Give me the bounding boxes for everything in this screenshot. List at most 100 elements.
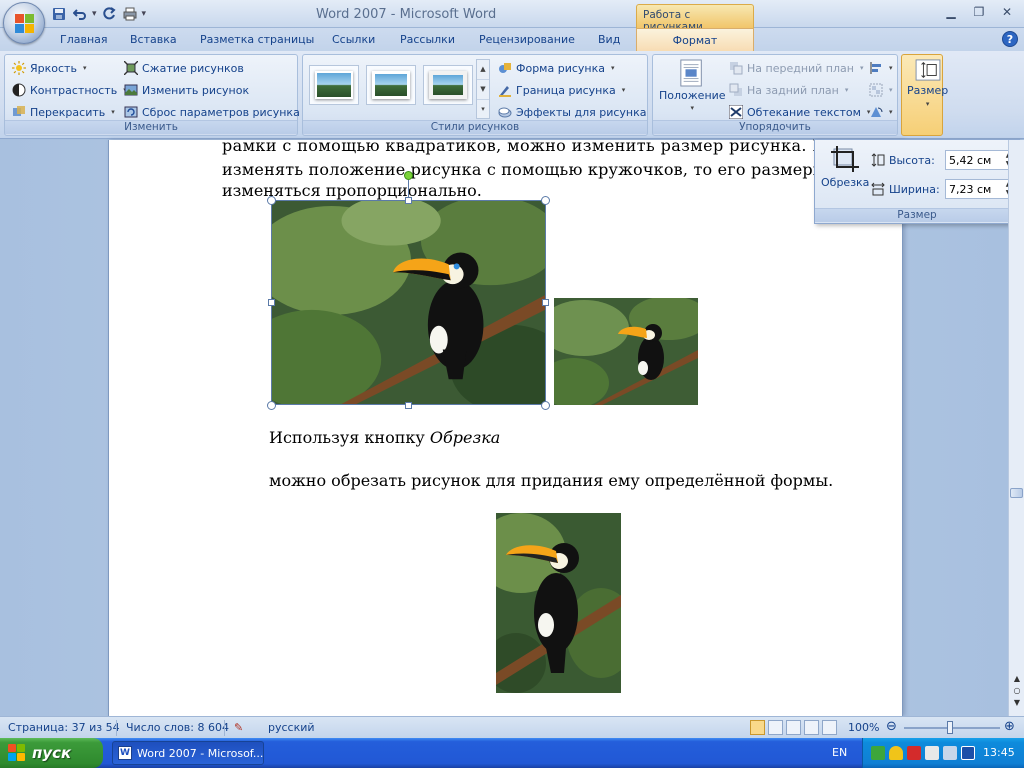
tab-insert[interactable]: Вставка (130, 33, 177, 46)
start-button[interactable]: пуск (0, 738, 103, 768)
customize-qat-icon[interactable]: ▾ (142, 9, 147, 19)
side-handle-right[interactable] (542, 299, 549, 306)
clock[interactable]: 13:45 (983, 746, 1015, 759)
group-icon (869, 83, 883, 97)
tab-review[interactable]: Рецензирование (479, 33, 575, 46)
crop-button[interactable]: Обрезка (821, 146, 869, 189)
picture-style-2[interactable] (366, 65, 416, 105)
picture-effects-button[interactable]: Эффекты для рисунка▾ (498, 105, 656, 119)
rotate-button[interactable]: ▾ (869, 105, 893, 119)
width-label: Ширина: (871, 182, 940, 196)
minimize-icon[interactable]: ▁ (938, 2, 964, 22)
picture-tools-header: Работа с рисунками (636, 4, 754, 33)
bring-to-front-button[interactable]: На передний план ▾ (729, 61, 863, 75)
picture-shape-button[interactable]: Форма рисунка ▾ (498, 61, 615, 75)
zoom-out-icon[interactable]: ⊖ (886, 719, 897, 734)
tray-network-icon[interactable] (871, 746, 885, 760)
tray-security-icon[interactable] (889, 746, 903, 760)
height-input[interactable]: 5,42 см ▲▼ (945, 150, 1015, 170)
corner-handle-bl[interactable] (267, 401, 276, 410)
tray-app-icon[interactable] (961, 746, 975, 760)
ribbon: Яркость▾ Контрастность▾ Перекрасить▾ Сжа… (0, 51, 1024, 139)
corner-handle-tr[interactable] (541, 196, 550, 205)
corner-handle-br[interactable] (541, 401, 550, 410)
help-icon[interactable]: ? (1002, 31, 1018, 47)
crop-italic-word: Обрезка (429, 428, 501, 447)
tab-page-layout[interactable]: Разметка страницы (200, 33, 314, 46)
office-button[interactable] (3, 2, 45, 44)
toucan-picture-selected[interactable] (271, 200, 546, 405)
previous-page-icon[interactable]: ▲ (1011, 674, 1023, 686)
picture-style-1[interactable] (309, 65, 359, 105)
word-count[interactable]: Число слов: 8 604 (126, 721, 229, 734)
undo-dropdown-icon[interactable]: ▾ (92, 9, 97, 19)
page-count[interactable]: Страница: 37 из 54 (8, 721, 120, 734)
picture-border-button[interactable]: Граница рисунка ▾ (498, 83, 625, 97)
window-title: Word 2007 - Microsoft Word (316, 7, 497, 22)
brightness-button[interactable]: Яркость ▾ (12, 61, 86, 75)
proofing-icon[interactable]: ✎ (234, 721, 243, 734)
contrast-button[interactable]: Контрастность▾ (12, 83, 127, 97)
input-language[interactable]: EN (832, 746, 847, 759)
compress-pictures-button[interactable]: Сжатие рисунков (124, 61, 244, 75)
full-screen-reading-icon[interactable] (768, 720, 783, 735)
side-handle-bottom[interactable] (405, 402, 412, 409)
print-icon[interactable] (121, 5, 139, 23)
recolor-button[interactable]: Перекрасить ▾ (12, 105, 115, 119)
corner-handle-tl[interactable] (267, 196, 276, 205)
tray-display-icon[interactable] (943, 746, 957, 760)
tab-format[interactable]: Формат (636, 28, 754, 51)
position-button[interactable]: Положение ▾ (659, 59, 726, 112)
size-group-label: Размер (815, 208, 1019, 222)
tray-tools-icon[interactable] (925, 746, 939, 760)
group-objects-button[interactable]: ▾ (869, 83, 893, 97)
gallery-up-icon[interactable]: ▲ (477, 60, 489, 80)
vertical-scrollbar[interactable]: ▲ ○ ▼ (1008, 140, 1024, 716)
restore-icon[interactable]: ❐ (966, 2, 992, 22)
gallery-down-icon[interactable]: ▼ (477, 80, 489, 100)
send-to-back-button[interactable]: На задний план ▾ (729, 83, 848, 97)
side-handle-left[interactable] (268, 299, 275, 306)
reset-picture-button[interactable]: Сброс параметров рисунка (124, 105, 300, 119)
title-bar: ▾ ▾ Word 2007 - Microsoft Word Работа с … (0, 0, 1024, 33)
save-icon[interactable] (50, 5, 68, 23)
size-group-button[interactable]: Размер ▾ (901, 54, 948, 136)
zoom-in-icon[interactable]: ⊕ (1004, 719, 1015, 734)
align-button[interactable]: ▾ (869, 61, 893, 75)
tab-home[interactable]: Главная (60, 33, 108, 46)
tray-antivirus-icon[interactable] (907, 746, 921, 760)
zoom-slider-thumb[interactable] (947, 721, 953, 734)
undo-icon[interactable] (71, 5, 89, 23)
toucan-picture-small[interactable] (554, 298, 698, 405)
crop-paragraph: Используя кнопку Обрезка (269, 428, 501, 447)
language-status[interactable]: русский (268, 721, 315, 734)
draft-view-icon[interactable] (822, 720, 837, 735)
picture-style-3[interactable] (423, 65, 473, 105)
tab-references[interactable]: Ссылки (332, 33, 375, 46)
outline-view-icon[interactable] (804, 720, 819, 735)
side-handle-top[interactable] (405, 197, 412, 204)
size-button[interactable]: Размер ▾ (907, 59, 948, 108)
width-input[interactable]: 7,23 см ▲▼ (945, 179, 1015, 199)
toucan-picture-cropped[interactable] (496, 513, 621, 693)
gallery-more-icon[interactable]: ▾ (477, 100, 489, 119)
style-gallery-scroll[interactable]: ▲ ▼ ▾ (476, 59, 490, 119)
zoom-level[interactable]: 100% (848, 721, 879, 734)
print-layout-view-icon[interactable] (750, 720, 765, 735)
taskbar-word-window[interactable]: W Word 2007 - Microsof... (112, 741, 264, 765)
rotation-handle[interactable] (404, 171, 413, 180)
next-page-icon[interactable]: ▼ (1011, 698, 1023, 710)
system-tray: 13:45 (862, 738, 1024, 768)
tab-view[interactable]: Вид (598, 33, 620, 46)
browse-object-icon[interactable]: ○ (1011, 686, 1023, 698)
tab-mailings[interactable]: Рассылки (400, 33, 455, 46)
document-page[interactable]: рамки с помощью квадратиков, можно измен… (108, 136, 903, 716)
text-wrapping-button[interactable]: Обтекание текстом ▾ (729, 105, 870, 119)
redo-icon[interactable] (100, 5, 118, 23)
web-layout-icon[interactable] (786, 720, 801, 735)
scrollbar-thumb[interactable] (1010, 488, 1023, 498)
windows-taskbar: пуск W Word 2007 - Microsof... EN 13:45 (0, 738, 1024, 768)
height-label: Высота: (871, 153, 935, 167)
close-icon[interactable]: ✕ (994, 2, 1020, 22)
change-picture-button[interactable]: Изменить рисунок (124, 83, 249, 97)
